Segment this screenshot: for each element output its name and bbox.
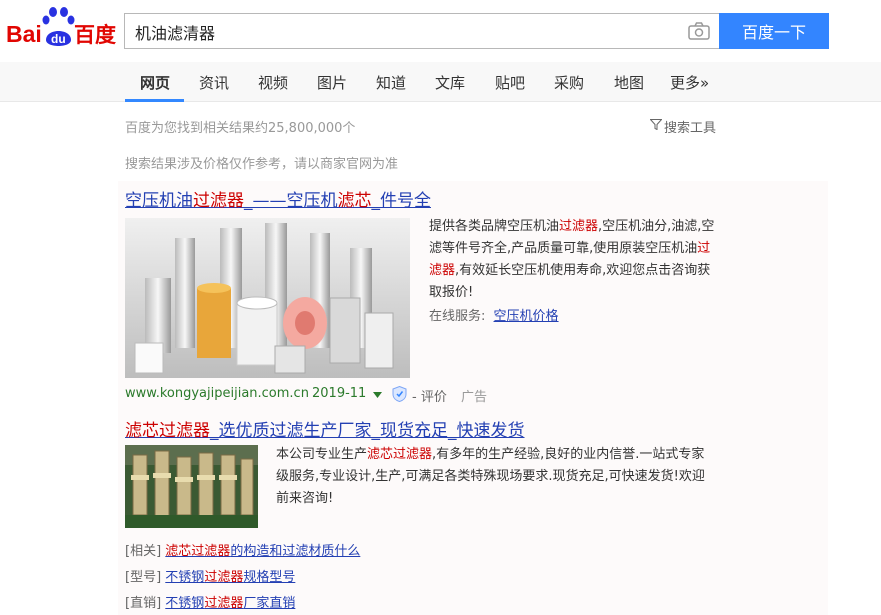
tab-images[interactable]: 图片 xyxy=(317,72,347,93)
sub-link-tag: [型号] xyxy=(125,570,162,585)
desc-highlight: 过滤器 xyxy=(559,219,599,234)
title-highlight: 滤芯 xyxy=(337,191,372,211)
sub-link-row-direct: [直销] 不锈钢过滤器厂家直销 xyxy=(125,592,295,611)
desc-part: 本公司专业生产 xyxy=(276,447,368,462)
active-tab-indicator xyxy=(125,99,184,102)
tab-zhidao[interactable]: 知道 xyxy=(376,72,406,93)
sub-link-related[interactable]: 滤芯过滤器的构造和过滤材质什么 xyxy=(165,544,360,559)
sub-link-highlight: 滤芯过滤器 xyxy=(165,544,231,559)
steel-filters-image xyxy=(125,445,258,528)
logo-chinese-text: 百度 xyxy=(74,23,116,47)
result-count: 百度为您找到相关结果约25,800,000个 xyxy=(125,121,356,136)
result-date-1: 2019-11 xyxy=(312,386,367,401)
rating-link[interactable]: - 评价 xyxy=(412,386,447,405)
sub-link-direct[interactable]: 不锈钢过滤器厂家直销 xyxy=(165,596,295,611)
search-input[interactable] xyxy=(135,20,675,44)
online-service-label: 在线服务: xyxy=(429,309,486,324)
title-highlight: 过滤器 xyxy=(193,191,244,211)
header: Bai du 百度 百度一下 xyxy=(0,0,881,62)
price-notice: 搜索结果涉及价格仅作参考，请以商家官网为准 xyxy=(125,157,399,172)
result-url-1[interactable]: www.kongyajipeijian.com.cn xyxy=(125,386,309,401)
sub-link-highlight: 过滤器 xyxy=(204,570,244,585)
title-part: _选优质过滤生产厂家_现货充足_快速发货 xyxy=(210,421,525,441)
sub-link-part: 不锈钢 xyxy=(165,570,205,585)
desc-part: ,有效延长空压机使用寿命,欢迎您点击咨询获取报价! xyxy=(429,263,711,300)
tab-caigou[interactable]: 采购 xyxy=(554,72,584,93)
sub-link-part: 不锈钢 xyxy=(165,596,205,611)
result-title-2[interactable]: 滤芯过滤器_选优质过滤生产厂家_现货充足_快速发货 xyxy=(125,416,525,441)
sub-link-row-related: [相关] 滤芯过滤器的构造和过滤材质什么 xyxy=(125,540,360,559)
nav-tabs: 网页 资讯 视频 图片 知道 文库 贴吧 采购 地图 更多» xyxy=(0,62,881,102)
sub-link-tag: [相关] xyxy=(125,544,162,559)
title-part: _——空压机 xyxy=(244,191,338,211)
air-filters-image xyxy=(125,218,410,378)
title-highlight: 滤芯过滤器 xyxy=(125,421,210,441)
online-service-link[interactable]: 空压机价格 xyxy=(494,309,559,324)
search-tools-button[interactable]: 搜索工具 xyxy=(664,117,716,136)
tab-more[interactable]: 更多» xyxy=(670,72,709,93)
result-image-2[interactable] xyxy=(125,445,258,528)
result-title-1[interactable]: 空压机油过滤器_——空压机滤芯_件号全 xyxy=(125,186,431,211)
sub-link-row-model: [型号] 不锈钢过滤器规格型号 xyxy=(125,566,295,585)
title-part: _件号全 xyxy=(371,191,432,211)
baidu-logo[interactable]: Bai du 百度 xyxy=(6,6,118,52)
result-desc-2: 本公司专业生产滤芯过滤器,有多年的生产经验,良好的业内信誉.一站式专家级服务,专… xyxy=(276,444,716,510)
sub-link-part: 厂家直销 xyxy=(243,596,296,611)
result-image-1[interactable] xyxy=(125,218,410,378)
tab-video[interactable]: 视频 xyxy=(258,72,288,93)
tab-map[interactable]: 地图 xyxy=(614,72,644,93)
tab-web[interactable]: 网页 xyxy=(140,72,170,93)
sub-link-tag: [直销] xyxy=(125,596,162,611)
online-service-row: 在线服务: 空压机价格 xyxy=(429,306,559,328)
result-desc-1: 提供各类品牌空压机油过滤器,空压机油分,油滤,空滤等件号齐全,产品质量可靠,使用… xyxy=(429,216,715,304)
sub-link-part: 的构造和过滤材质什么 xyxy=(230,544,361,559)
desc-part: 提供各类品牌空压机油 xyxy=(429,219,560,234)
search-box xyxy=(124,13,720,49)
camera-icon[interactable] xyxy=(688,22,710,40)
sub-link-part: 规格型号 xyxy=(243,570,296,585)
tab-news[interactable]: 资讯 xyxy=(199,72,229,93)
logo-du-text: du xyxy=(51,32,66,46)
sub-link-highlight: 过滤器 xyxy=(204,596,244,611)
desc-highlight: 滤芯过滤器 xyxy=(367,447,433,462)
search-button[interactable]: 百度一下 xyxy=(719,13,829,49)
baidu-protect-icon[interactable] xyxy=(392,386,407,402)
title-part: 空压机油 xyxy=(125,191,193,211)
dropdown-arrow-icon[interactable] xyxy=(373,392,382,398)
filter-icon[interactable] xyxy=(650,119,662,130)
sub-link-model[interactable]: 不锈钢过滤器规格型号 xyxy=(165,570,295,585)
logo-bai-text: Bai xyxy=(6,21,42,47)
tab-wenku[interactable]: 文库 xyxy=(435,72,465,93)
ad-label: 广告 xyxy=(461,390,488,405)
tab-tieba[interactable]: 贴吧 xyxy=(495,72,525,93)
